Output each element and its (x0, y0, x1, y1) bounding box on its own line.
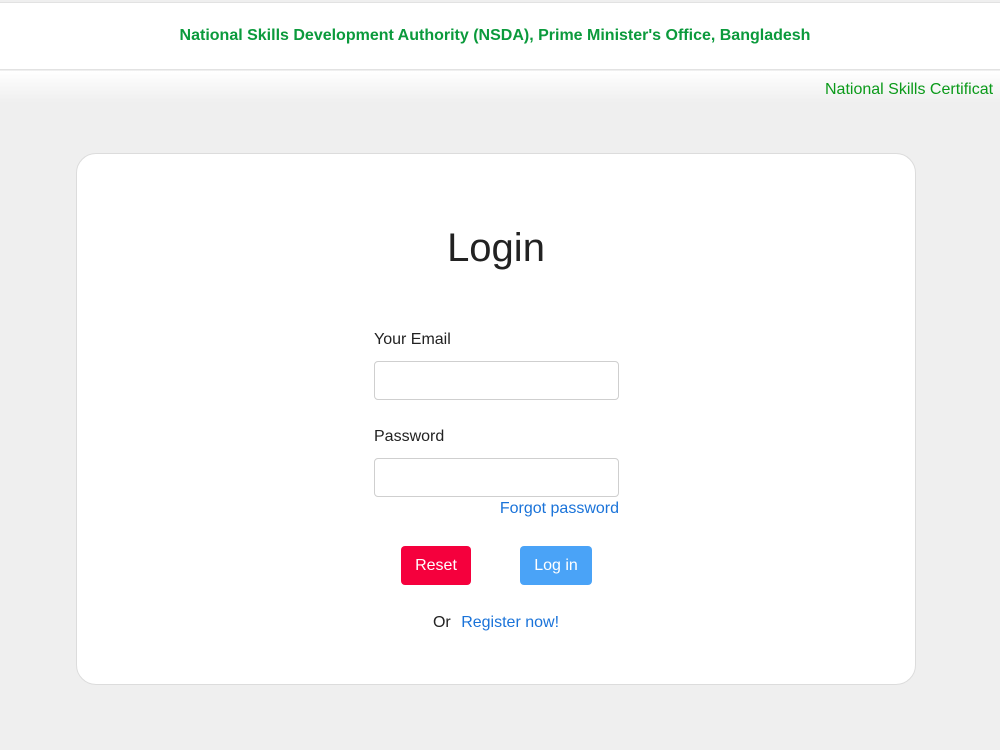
forgot-password-link[interactable]: Forgot password (374, 500, 619, 518)
ticker-bar: National Skills Certificat (0, 71, 1000, 103)
register-link[interactable]: Register now! (461, 614, 559, 631)
top-header: National Skills Development Authority (N… (0, 2, 1000, 70)
login-card: Login Your Email Password Forgot passwor… (76, 153, 916, 685)
password-label: Password (374, 428, 445, 445)
or-text: Or (432, 614, 451, 631)
reset-button[interactable]: Reset (401, 546, 471, 585)
email-label: Your Email (374, 331, 451, 348)
email-field[interactable] (374, 361, 619, 400)
header-title: National Skills Development Authority (N… (179, 27, 811, 44)
register-row: Or Register now! (77, 614, 915, 632)
password-field[interactable] (374, 458, 619, 497)
login-button[interactable]: Log in (520, 546, 592, 585)
login-title: Login (447, 226, 545, 270)
ticker-text: National Skills Certificat (825, 81, 994, 98)
